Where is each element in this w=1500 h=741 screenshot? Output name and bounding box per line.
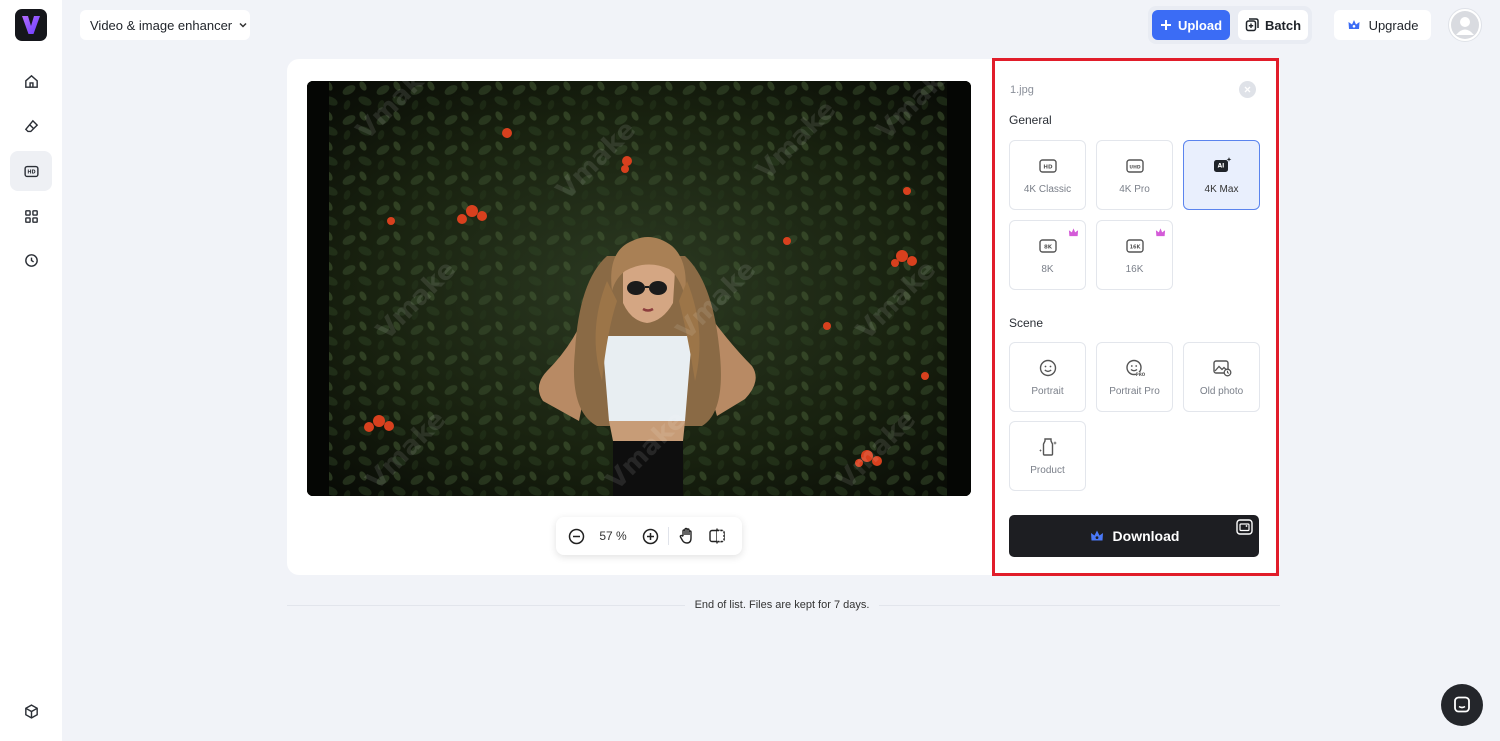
hand-icon — [679, 527, 692, 544]
svg-text:PRO: PRO — [1135, 372, 1144, 377]
batch-icon — [1245, 18, 1259, 32]
option-4k-max[interactable]: AI 4K Max — [1183, 140, 1260, 210]
chat-icon — [1454, 696, 1470, 713]
compare-icon — [709, 528, 725, 544]
option-label: 4K Max — [1204, 183, 1239, 195]
sidebar-item-eraser[interactable] — [10, 106, 52, 146]
box-icon — [24, 703, 38, 719]
gallery-badge-icon — [1236, 519, 1253, 535]
svg-text:16K: 16K — [1129, 244, 1141, 250]
eraser-icon — [24, 119, 38, 132]
crown-icon — [1348, 20, 1360, 29]
hd-icon: HD — [23, 165, 39, 177]
upload-button[interactable]: Upload — [1152, 10, 1230, 40]
close-icon — [1244, 86, 1251, 93]
upgrade-label: Upgrade — [1368, 17, 1419, 33]
photo-illustration: Vmake Vmake Vmake Vmake Vmake Vmake Vmak… — [307, 81, 971, 496]
zoom-in-button[interactable] — [640, 526, 660, 546]
tool-select-label: Video & image enhancer — [90, 17, 233, 33]
option-4k-pro[interactable]: UHD 4K Pro — [1096, 140, 1173, 210]
pan-hand-button[interactable] — [677, 526, 697, 546]
scene-old-photo[interactable]: Old photo — [1183, 342, 1260, 412]
scene-portrait-pro[interactable]: PRO Portrait Pro — [1096, 342, 1173, 412]
sidebar-item-home[interactable] — [10, 61, 52, 101]
avatar[interactable] — [1448, 8, 1482, 42]
smile-pro-icon: PRO — [1125, 359, 1145, 377]
option-label: 16K — [1125, 263, 1144, 275]
svg-text:HD: HD — [27, 169, 35, 175]
scene-product[interactable]: Product — [1009, 421, 1086, 491]
general-section-label: General — [1009, 113, 1052, 127]
zoom-level: 57 % — [599, 529, 627, 543]
8k-icon: 8K — [1038, 238, 1057, 253]
sidebar-item-apps[interactable] — [10, 196, 52, 236]
scene-portrait[interactable]: Portrait — [1009, 342, 1086, 412]
option-label: 4K Classic — [1023, 183, 1072, 195]
tool-select-dropdown[interactable]: Video & image enhancer — [80, 10, 250, 40]
option-label: 8K — [1041, 263, 1054, 275]
batch-label: Batch — [1264, 17, 1302, 33]
upload-label: Upload — [1177, 17, 1223, 33]
list-end-notice: End of list. Files are kept for 7 days. — [0, 599, 1500, 611]
uhd-icon: UHD — [1125, 158, 1144, 173]
preview-image[interactable]: Vmake Vmake Vmake Vmake Vmake Vmake Vmak… — [307, 81, 971, 496]
chevron-down-icon — [239, 22, 247, 28]
zoom-toolbar: 57 % — [556, 517, 742, 555]
sidebar-item-history[interactable] — [10, 240, 52, 280]
toolbar-divider — [668, 527, 669, 545]
premium-crown-icon — [1155, 228, 1166, 237]
close-file-button[interactable] — [1239, 81, 1256, 98]
zoom-in-icon — [642, 528, 658, 544]
apps-grid-icon — [24, 209, 38, 223]
crown-icon — [1090, 530, 1103, 541]
option-label: Old photo — [1199, 385, 1244, 397]
zoom-out-button[interactable] — [566, 526, 586, 546]
history-clock-icon — [24, 253, 38, 267]
home-icon — [24, 74, 38, 88]
file-name: 1.jpg — [1010, 84, 1034, 96]
vmake-logo[interactable] — [15, 9, 47, 41]
compare-button[interactable] — [707, 526, 727, 546]
logo-mark-icon — [22, 16, 40, 34]
svg-text:8K: 8K — [1043, 244, 1052, 250]
ai-ultra-icon: AI — [1213, 156, 1231, 172]
option-label: Product — [1030, 464, 1065, 476]
product-icon — [1038, 437, 1057, 456]
sidebar-item-box[interactable] — [10, 691, 52, 731]
option-8k[interactable]: 8K 8K — [1009, 220, 1086, 290]
svg-text:UHD: UHD — [1129, 164, 1140, 170]
user-avatar-icon — [1451, 11, 1479, 39]
sidebar-item-enhancer[interactable]: HD — [10, 151, 52, 191]
download-button[interactable]: Download — [1009, 515, 1259, 557]
batch-button[interactable]: Batch — [1238, 10, 1308, 40]
sidebar: HD — [0, 0, 62, 741]
upgrade-button[interactable]: Upgrade — [1334, 10, 1431, 40]
option-4k-classic[interactable]: HD 4K Classic — [1009, 140, 1086, 210]
zoom-out-icon — [568, 528, 584, 544]
svg-text:AI: AI — [1217, 163, 1224, 169]
svg-text:HD: HD — [1043, 164, 1053, 170]
option-label: Portrait — [1031, 385, 1064, 397]
option-label: 4K Pro — [1119, 183, 1150, 195]
old-photo-icon — [1212, 359, 1231, 376]
download-label: Download — [1112, 528, 1180, 544]
list-end-text: End of list. Files are kept for 7 days. — [684, 599, 880, 611]
plus-icon — [1160, 20, 1171, 30]
option-16k[interactable]: 16K 16K — [1096, 220, 1173, 290]
option-label: Portrait Pro — [1109, 385, 1160, 397]
chat-support-button[interactable] — [1441, 684, 1483, 726]
smile-icon — [1039, 359, 1056, 376]
premium-crown-icon — [1068, 228, 1079, 237]
16k-icon: 16K — [1125, 238, 1144, 253]
hd-icon: HD — [1038, 158, 1057, 173]
scene-section-label: Scene — [1009, 316, 1044, 330]
